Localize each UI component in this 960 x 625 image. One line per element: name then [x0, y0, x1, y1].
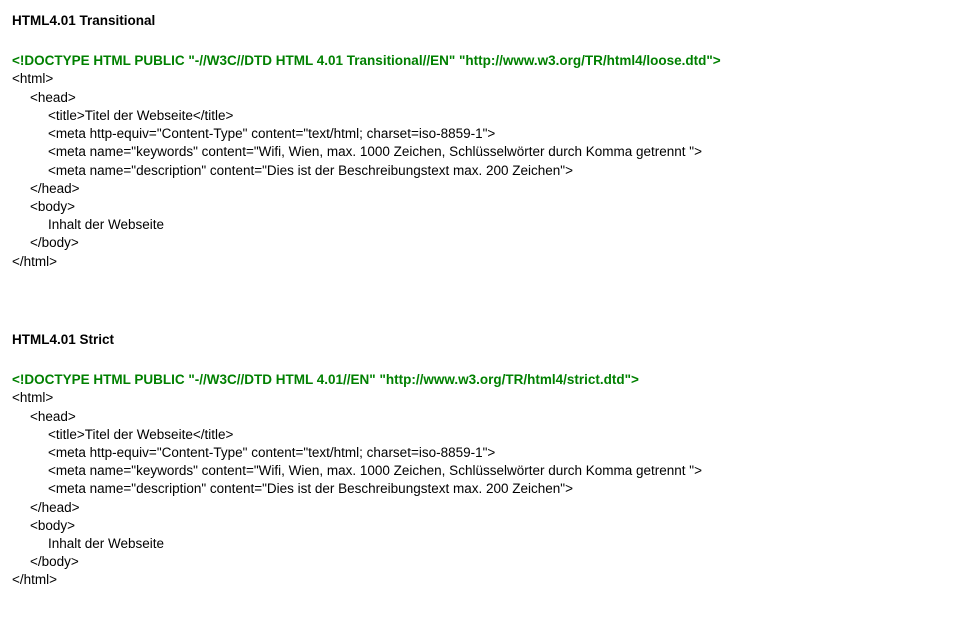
code-line: <body>	[12, 198, 948, 216]
code-line: <head>	[12, 408, 948, 426]
code-line: </html>	[12, 571, 948, 589]
code-line: <meta http-equiv="Content-Type" content=…	[12, 125, 948, 143]
code-line: <title>Titel der Webseite</title>	[12, 426, 948, 444]
code-line: </head>	[12, 499, 948, 517]
code-line: <title>Titel der Webseite</title>	[12, 107, 948, 125]
code-line: <meta name="description" content="Dies i…	[12, 480, 948, 498]
code-line: <meta http-equiv="Content-Type" content=…	[12, 444, 948, 462]
code-line: <body>	[12, 517, 948, 535]
code-line: <meta name="keywords" content="Wifi, Wie…	[12, 462, 948, 480]
code-line: <meta name="keywords" content="Wifi, Wie…	[12, 143, 948, 161]
code-line: </html>	[12, 253, 948, 271]
doctype-transitional: <!DOCTYPE HTML PUBLIC "-//W3C//DTD HTML …	[12, 52, 948, 70]
code-line: <meta name="description" content="Dies i…	[12, 162, 948, 180]
code-line: <html>	[12, 70, 948, 88]
code-line: Inhalt der Webseite	[12, 216, 948, 234]
code-line: </body>	[12, 553, 948, 571]
code-line: </head>	[12, 180, 948, 198]
code-line: <head>	[12, 89, 948, 107]
code-line: <html>	[12, 389, 948, 407]
code-line: Inhalt der Webseite	[12, 535, 948, 553]
section-heading-transitional: HTML4.01 Transitional	[12, 12, 948, 30]
doctype-strict: <!DOCTYPE HTML PUBLIC "-//W3C//DTD HTML …	[12, 371, 948, 389]
code-line: </body>	[12, 234, 948, 252]
section-heading-strict: HTML4.01 Strict	[12, 331, 948, 349]
